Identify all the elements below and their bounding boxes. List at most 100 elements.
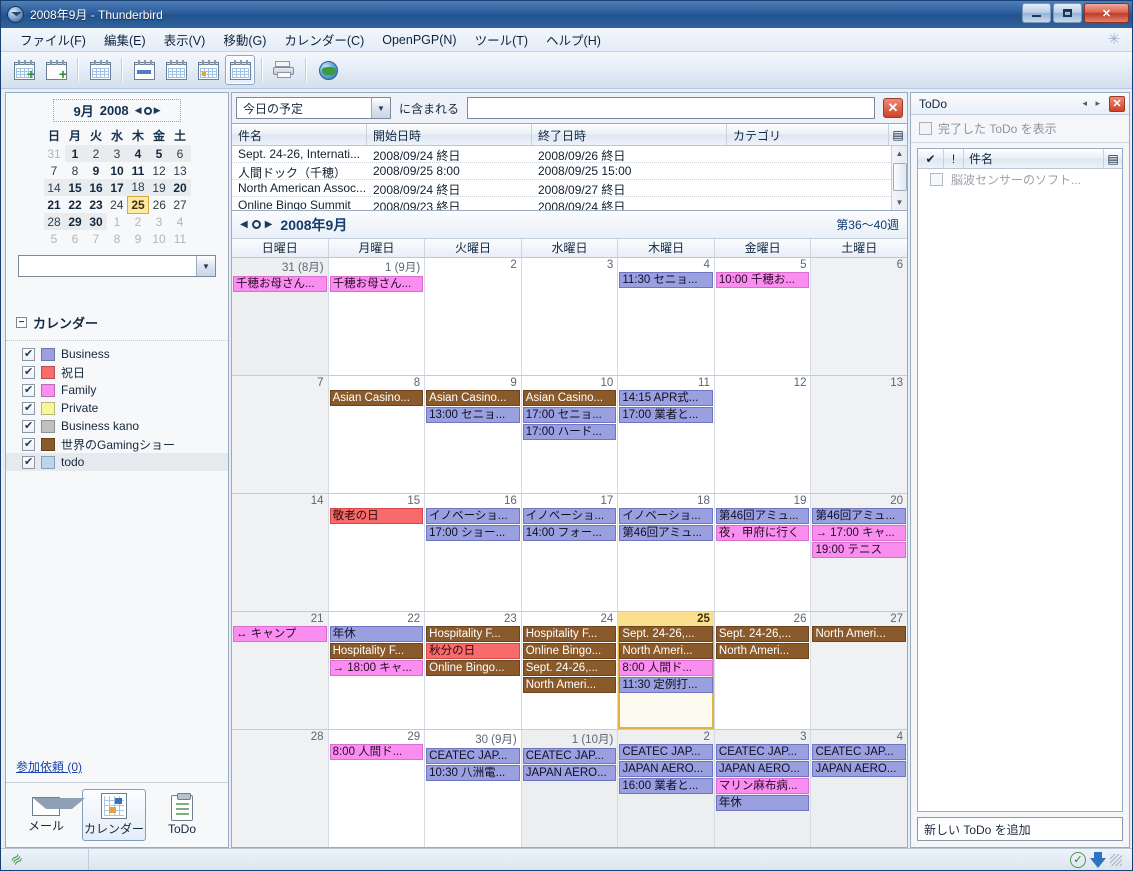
calendar-event[interactable]: CEATEC JAP... [812, 744, 907, 760]
event-list-row[interactable]: Sept. 24-26, Internati... 2008/09/24 終日 20… [232, 146, 907, 163]
collapse-twisty-icon[interactable]: − [16, 317, 27, 328]
calendar-day-cell[interactable]: 7 [232, 376, 329, 493]
calendar-event[interactable]: 13:00 セニョ... [426, 407, 520, 423]
date-picker-field[interactable]: ▼ [18, 255, 216, 277]
calendar-event[interactable]: 17:00 業者と... [619, 407, 713, 423]
menu-calendar[interactable]: カレンダー(C) [275, 27, 373, 52]
subscribe-button[interactable] [85, 55, 115, 85]
event-list-row[interactable]: Online Bingo Summit 2008/09/23 終日 2008/09/… [232, 197, 907, 210]
calendar-day-cell[interactable]: 9 Asian Casino... 13:00 セニョ... [425, 376, 522, 493]
column-category[interactable]: カテゴリ [727, 124, 889, 145]
calendar-event[interactable]: 11:30 定例打... [619, 677, 713, 693]
mini-calendar-day[interactable]: 30 [85, 213, 107, 230]
menu-help[interactable]: ヘルプ(H) [537, 27, 610, 52]
calendar-event[interactable]: North Ameri... [812, 626, 907, 642]
calendar-day-cell[interactable]: 17 イノベーショ... 14:00 フォー... [521, 494, 619, 611]
calendar-day-cell[interactable]: 18 イノベーショ... 第46回アミュ... [618, 494, 715, 611]
mini-calendar-day[interactable]: 9 [128, 230, 149, 247]
calendar-day-cell[interactable]: 29 8:00 人間ド... [328, 730, 426, 847]
calendar-event[interactable]: North Ameri... [715, 643, 810, 659]
calendar-list-item[interactable]: Private [6, 399, 228, 417]
calendar-event[interactable]: Sept. 24-26,... [522, 660, 617, 676]
check-circle-icon[interactable]: ✓ [1070, 851, 1086, 868]
mini-calendar-day[interactable]: 31 [44, 145, 65, 162]
status-offline-section[interactable]: ≋ [5, 849, 89, 870]
calendar-event[interactable]: 第46回アミュ... [715, 508, 810, 524]
calendar-list-item[interactable]: 祝日 [6, 363, 228, 381]
mini-calendar-day[interactable]: 6 [65, 230, 86, 247]
mini-calendar-day[interactable]: 7 [44, 162, 65, 179]
calendar-event[interactable]: Online Bingo... [522, 643, 617, 659]
calendar-event[interactable]: イノベーショ... [619, 508, 713, 524]
todo-column-name[interactable]: 件名 [964, 149, 1104, 168]
chevron-down-icon[interactable]: ▼ [371, 98, 390, 118]
calendar-day-cell[interactable]: 26 Sept. 24-26,... North Ameri... [714, 612, 812, 729]
calendar-event[interactable]: イノベーショ... [522, 508, 617, 524]
mini-calendar-day[interactable]: 1 [107, 213, 128, 230]
show-completed-checkbox[interactable] [919, 122, 932, 135]
calendar-event[interactable]: 10:00 千穂お... [715, 272, 810, 288]
today-dot-icon[interactable] [143, 106, 152, 115]
calendar-day-cell[interactable]: 4 11:30 セニョ... [618, 258, 715, 375]
maximize-button[interactable] [1053, 3, 1082, 23]
calendar-event[interactable]: Online Bingo... [426, 660, 520, 676]
column-picker-icon[interactable]: ▤ [1104, 149, 1122, 168]
search-input[interactable] [467, 97, 875, 119]
calendar-day-cell[interactable]: 2 [425, 258, 522, 375]
resize-grip-icon[interactable] [1110, 853, 1122, 866]
calendar-event[interactable]: Asian Casino... [329, 390, 424, 406]
calendar-event[interactable]: North Ameri... [522, 677, 617, 693]
calendar-event[interactable]: 第46回アミュ... [812, 508, 907, 524]
calendar-visibility-checkbox[interactable] [22, 383, 35, 397]
calendar-event[interactable]: イノベーショ... [426, 508, 520, 524]
mini-calendar-day[interactable]: 11 [170, 230, 191, 247]
calendar-day-cell[interactable]: 10 Asian Casino... 17:00 セニョ... 17:00 ハード..… [521, 376, 619, 493]
mini-calendar-day[interactable]: 4 [127, 145, 149, 162]
mini-calendar-day[interactable]: 20 [169, 179, 191, 196]
new-todo-input[interactable]: 新しい ToDo を追加 [917, 817, 1123, 841]
mini-calendar-day[interactable]: 3 [149, 213, 170, 230]
calendar-event[interactable]: Hospitality F... [522, 626, 617, 642]
mini-calendar-day[interactable]: 19 [148, 179, 170, 196]
calendar-event[interactable]: Sept. 24-26,... [715, 626, 810, 642]
mini-calendar-day[interactable]: 24 [107, 196, 128, 213]
calendar-event[interactable]: → 17:00 キャ... [812, 525, 907, 541]
date-picker-input[interactable] [19, 256, 196, 276]
calendar-event[interactable]: 敬老の日 [329, 508, 424, 524]
calendar-event[interactable]: 千穂お母さん... [233, 276, 327, 292]
calendar-event[interactable]: 16:00 業者と... [619, 778, 713, 794]
calendar-visibility-checkbox[interactable] [22, 347, 35, 361]
mini-calendar-day[interactable]: 17 [106, 179, 128, 196]
mini-calendar-day[interactable]: 18 [127, 179, 149, 196]
mini-calendar-nav[interactable]: ◀ ▶ [135, 105, 161, 116]
calendar-day-cell[interactable]: 2 CEATEC JAP... JAPAN AERO... 16:00 業者と... [618, 730, 715, 847]
mini-calendar-day[interactable]: 16 [85, 179, 107, 196]
mini-calendar-day[interactable]: 5 [148, 145, 170, 162]
calendar-event[interactable]: 17:00 ハード... [522, 424, 617, 440]
mini-calendar-day[interactable]: 10 [149, 230, 170, 247]
calendar-event[interactable]: 年休 [715, 795, 810, 811]
column-end[interactable]: 終了日時 [532, 124, 727, 145]
column-subject[interactable]: 件名 [232, 124, 367, 145]
calendar-event[interactable]: JAPAN AERO... [619, 761, 713, 777]
invitations-link[interactable]: 参加依頼 (0) [6, 752, 228, 783]
today-dot-icon[interactable] [251, 220, 261, 229]
event-list-scrollbar[interactable]: ▲ ▼ [891, 146, 907, 210]
mini-calendar-day[interactable]: 9 [86, 162, 107, 179]
mini-calendar-day[interactable]: 12 [149, 162, 170, 179]
calendar-event[interactable]: Hospitality F... [329, 643, 424, 659]
mini-calendar-day[interactable]: 27 [170, 196, 191, 213]
event-list-row[interactable]: 人間ドック（千穂） 2008/09/25 8:00 2008/09/25 15:00 [232, 163, 907, 180]
calendar-day-cell[interactable]: 30 (9月) CEATEC JAP... 10:30 八洲電... [425, 730, 522, 847]
mini-calendar-day[interactable]: 8 [65, 162, 86, 179]
calendar-event[interactable]: → 18:00 キャ... [329, 660, 424, 676]
menu-go[interactable]: 移動(G) [214, 27, 275, 52]
month-view-button[interactable] [225, 55, 255, 85]
mini-calendar-day[interactable]: 22 [65, 196, 86, 213]
mini-calendar-day[interactable]: 3 [106, 145, 128, 162]
mini-calendar-day[interactable]: 26 [149, 196, 170, 213]
scroll-down-icon[interactable]: ▼ [892, 195, 907, 210]
calendar-event[interactable]: 千穂お母さん... [329, 276, 424, 292]
calendar-event[interactable]: Asian Casino... [522, 390, 617, 406]
scroll-up-icon[interactable]: ▲ [892, 146, 907, 161]
